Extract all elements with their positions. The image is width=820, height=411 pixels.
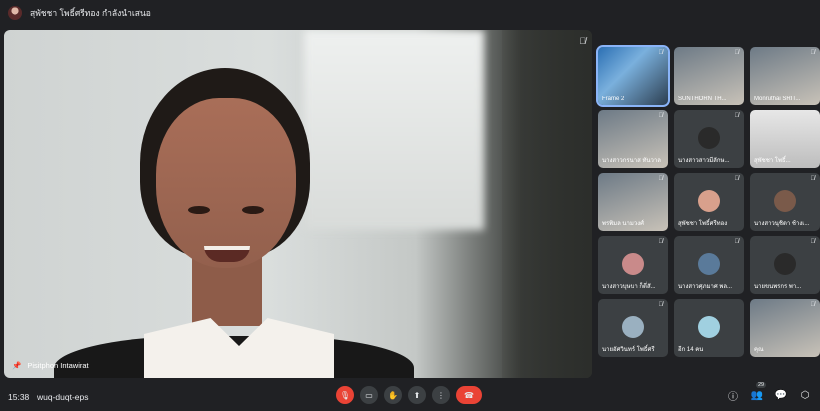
participant-name: สุพัชชา โพธิ์ศรีทอง xyxy=(678,221,728,227)
avatar xyxy=(698,252,720,275)
avatar xyxy=(698,189,720,212)
mic-off-icon: 🎙̸ xyxy=(658,113,664,119)
participant-name: สุพัชชา โพธิ์... xyxy=(754,158,791,164)
participant-collar xyxy=(144,318,334,378)
participants-button[interactable]: 👥 29 xyxy=(750,382,767,402)
participant-name: Monruthai SRIT... xyxy=(754,96,801,102)
hang-up-icon: ☎ xyxy=(464,390,474,400)
participant-tile[interactable]: 🎙̸ พรพิมล นามวงศ์ xyxy=(598,173,668,231)
participant-tile[interactable]: 🎙̸ SUNTHORN TH... xyxy=(674,47,744,105)
avatar xyxy=(774,189,796,212)
info-icon: ⓘ xyxy=(728,391,738,403)
camera-icon: ▭ xyxy=(365,390,373,400)
mic-off-icon: 🎙̸ xyxy=(658,176,664,182)
participant-name: อีก 14 คน xyxy=(678,347,704,353)
shapes-icon: ⬡ xyxy=(800,389,810,401)
camera-toggle-button[interactable]: ▭ xyxy=(360,386,378,404)
call-controls: 🎙 ▭ ✋ ⬆ ⋮ ☎ xyxy=(336,386,482,404)
presenter-avatar xyxy=(8,6,22,20)
top-bar: สุพัชชา โพธิ์ศรีทอง กำลังนำเสนอ xyxy=(0,0,820,26)
meeting-details-button[interactable]: ⓘ xyxy=(726,388,740,403)
participant-tile[interactable]: 🎙̸ สุพัชชา โพธิ์ศรีทอง xyxy=(674,173,744,231)
participant-tile[interactable]: อีก 14 คน xyxy=(674,299,744,357)
mic-off-icon: 🎙̸ xyxy=(810,176,816,182)
chat-button[interactable]: 💬 xyxy=(774,388,788,402)
participant-tile[interactable]: 🎙̸ นางสาวบุษบา ก็ดี่สั... xyxy=(598,236,668,294)
participant-tile[interactable]: 🎙̸ คุณ xyxy=(750,299,820,357)
mic-off-icon: 🎙̸ xyxy=(734,50,740,56)
pin-icon[interactable]: 📌 xyxy=(12,361,21,370)
mic-off-icon: 🎙̸ xyxy=(734,239,740,245)
background-wall xyxy=(502,30,592,378)
present-icon: ⬆ xyxy=(413,390,421,400)
avatar xyxy=(622,252,644,275)
participant-name: นางสาวสาวมีลักษ... xyxy=(678,158,730,164)
participant-tile[interactable]: 🎙̸ นางสาวนุชิดา ช้างเ... xyxy=(750,173,820,231)
right-controls: ⓘ 👥 29 💬 ⬡ xyxy=(726,382,812,403)
right-eye xyxy=(242,206,264,214)
participants-count: 29 xyxy=(756,382,767,388)
participant-tile[interactable]: 🎙̸ นางสาวสาวมีลักษ... xyxy=(674,110,744,168)
mic-off-icon: 🎙̸ xyxy=(734,113,740,119)
hand-icon: ✋ xyxy=(388,390,398,400)
participant-name-label: Pisitphon Intawirat xyxy=(27,361,89,370)
bottom-bar: 15:38 wuq-duqt-eps 🎙 ▭ ✋ ⬆ ⋮ ☎ ⓘ 👥 29 💬 … xyxy=(0,382,820,411)
meeting-code: wuq-duqt-eps xyxy=(37,391,89,402)
mic-off-icon: 🎙̸ xyxy=(810,50,816,56)
mic-toggle-button[interactable]: 🎙 xyxy=(336,386,354,404)
mic-off-icon: 🎙̸ xyxy=(658,50,664,56)
participant-name: SUNTHORN TH... xyxy=(678,96,727,102)
participant-tile[interactable]: 🎙̸ นายอัศวินทร์ โพธิ์ศรี xyxy=(598,299,668,357)
mic-off-icon: 🎙 xyxy=(339,390,351,400)
participant-name: นางสาวบุษบา ก็ดี่สั... xyxy=(602,284,656,290)
participant-name: นายขนพรกร พา... xyxy=(754,284,802,290)
participant-name: พรพิมล นามวงศ์ xyxy=(602,221,644,227)
participant-name: นางสาวนุชิดา ช้างเ... xyxy=(754,221,810,227)
avatar xyxy=(622,315,644,338)
participant-tile[interactable]: 🎙̸ นายขนพรกร พา... xyxy=(750,236,820,294)
participant-tile[interactable]: 🎙̸ Monruthai SRIT... xyxy=(750,47,820,105)
participant-tile[interactable]: สุพัชชา โพธิ์... xyxy=(750,110,820,168)
avatar xyxy=(774,252,796,275)
more-options-button[interactable]: ⋮ xyxy=(432,386,450,404)
participant-tile[interactable]: 🎙̸ นางสาวกรนาส ทันวาล xyxy=(598,110,668,168)
participant-name: คุณ xyxy=(754,347,764,353)
mic-off-icon: 🎙̸ xyxy=(658,239,664,245)
left-eye xyxy=(188,206,210,214)
participant-name: นายอัศวินทร์ โพธิ์ศรี xyxy=(602,347,655,353)
clock: 15:38 xyxy=(8,391,30,402)
main-video-tile[interactable]: 🎙̸ 📌 Pisitphon Intawirat xyxy=(4,30,592,378)
presenter-status: สุพัชชา โพธิ์ศรีทอง กำลังนำเสนอ xyxy=(30,8,151,18)
participant-face xyxy=(156,98,296,268)
participant-tile[interactable]: 🎙̸ นางสาวศุภมาศ พล... xyxy=(674,236,744,294)
participant-grid: 🎙̸ Frame 2 🎙̸ SUNTHORN TH... 🎙̸ Monruthai SRI… xyxy=(596,45,820,357)
present-button[interactable]: ⬆ xyxy=(408,386,426,404)
participant-name: นางสาวกรนาส ทันวาล xyxy=(602,158,661,164)
people-icon: 👥 xyxy=(750,389,764,401)
mic-off-icon: 🎙̸ xyxy=(734,176,740,182)
mic-off-icon: 🎙̸ xyxy=(579,36,586,46)
mic-off-icon: 🎙̸ xyxy=(810,239,816,245)
mic-off-icon: 🎙̸ xyxy=(810,302,816,308)
participant-name: Frame 2 xyxy=(602,96,625,102)
mic-off-icon: 🎙̸ xyxy=(658,302,664,308)
raise-hand-button[interactable]: ✋ xyxy=(384,386,402,404)
chat-icon: 💬 xyxy=(774,389,788,401)
more-icon: ⋮ xyxy=(437,390,445,400)
leave-call-button[interactable]: ☎ xyxy=(456,386,482,404)
participant-video xyxy=(54,68,434,378)
participant-tile[interactable]: 🎙̸ Frame 2 xyxy=(596,45,670,107)
avatar xyxy=(698,126,720,149)
avatar xyxy=(698,315,720,338)
participant-name: นางสาวศุภมาศ พล... xyxy=(678,284,732,290)
main-participant-name: 📌 Pisitphon Intawirat xyxy=(12,361,89,370)
activities-button[interactable]: ⬡ xyxy=(798,388,812,402)
